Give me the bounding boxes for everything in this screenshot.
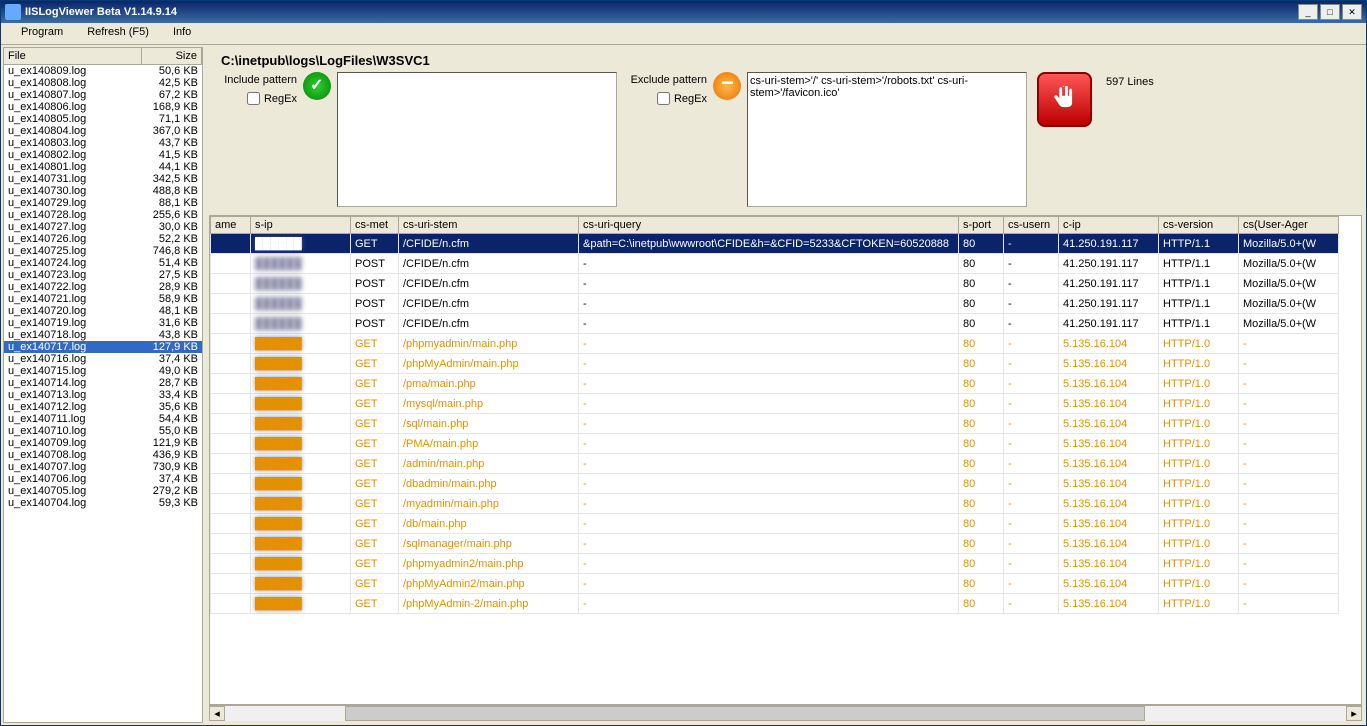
file-row[interactable]: u_ex140722.log28,9 KB [4, 281, 202, 293]
menu-refresh[interactable]: Refresh (F5) [75, 23, 161, 44]
log-row[interactable]: ██████POST/CFIDE/n.cfm-80-41.250.191.117… [211, 294, 1339, 314]
exclude-label: Exclude pattern [631, 74, 707, 86]
close-button[interactable]: ✕ [1342, 4, 1362, 20]
file-row[interactable]: u_ex140803.log43,7 KB [4, 137, 202, 149]
horizontal-scrollbar[interactable]: ◂ ▸ [209, 705, 1362, 721]
log-row[interactable]: ██████GET/dbadmin/main.php-80-5.135.16.1… [211, 474, 1339, 494]
file-row[interactable]: u_ex140706.log37,4 KB [4, 473, 202, 485]
log-row[interactable]: ██████POST/CFIDE/n.cfm-80-41.250.191.117… [211, 274, 1339, 294]
file-row[interactable]: u_ex140718.log43,8 KB [4, 329, 202, 341]
include-regex-checkbox[interactable]: RegEx [247, 92, 297, 105]
log-row[interactable]: ██████GET/myadmin/main.php-80-5.135.16.1… [211, 494, 1339, 514]
col-header[interactable]: s-ip [251, 217, 351, 234]
log-row[interactable]: ██████GET/PMA/main.php-80-5.135.16.104HT… [211, 434, 1339, 454]
file-row[interactable]: u_ex140721.log58,9 KB [4, 293, 202, 305]
log-row[interactable]: ██████GET/phpmyadmin2/main.php-80-5.135.… [211, 554, 1339, 574]
file-col-header-size[interactable]: Size [142, 48, 202, 64]
col-header[interactable]: ame [211, 217, 251, 234]
col-header[interactable]: c-ip [1059, 217, 1159, 234]
file-row[interactable]: u_ex140728.log255,6 KB [4, 209, 202, 221]
file-row[interactable]: u_ex140715.log49,0 KB [4, 365, 202, 377]
file-list-pane: File Size u_ex140809.log50,6 KBu_ex14080… [3, 47, 203, 723]
file-row[interactable]: u_ex140724.log51,4 KB [4, 257, 202, 269]
file-row[interactable]: u_ex140805.log71,1 KB [4, 113, 202, 125]
include-pattern-textarea[interactable] [337, 72, 617, 207]
scroll-thumb[interactable] [345, 706, 1145, 721]
log-row[interactable]: ██████POST/CFIDE/n.cfm-80-41.250.191.117… [211, 254, 1339, 274]
file-row[interactable]: u_ex140729.log88,1 KB [4, 197, 202, 209]
log-row[interactable]: ██████GET/sqlmanager/main.php-80-5.135.1… [211, 534, 1339, 554]
file-row[interactable]: u_ex140708.log436,9 KB [4, 449, 202, 461]
include-ok-icon [303, 72, 331, 100]
file-row[interactable]: u_ex140731.log342,5 KB [4, 173, 202, 185]
title-bar: IISLogViewer Beta V1.14.9.14 _ □ ✕ [1, 1, 1366, 23]
minimize-button[interactable]: _ [1298, 4, 1318, 20]
col-header[interactable]: cs-uri-stem [399, 217, 579, 234]
window-title: IISLogViewer Beta V1.14.9.14 [25, 6, 1298, 18]
file-row[interactable]: u_ex140719.log31,6 KB [4, 317, 202, 329]
file-row[interactable]: u_ex140723.log27,5 KB [4, 269, 202, 281]
col-header[interactable]: cs-usern [1004, 217, 1059, 234]
file-row[interactable]: u_ex140710.log55,0 KB [4, 425, 202, 437]
file-row[interactable]: u_ex140720.log48,1 KB [4, 305, 202, 317]
include-label: Include pattern [224, 74, 297, 86]
col-header[interactable]: cs-met [351, 217, 399, 234]
app-icon [5, 4, 21, 20]
menu-program[interactable]: Program [9, 23, 75, 44]
file-row[interactable]: u_ex140714.log28,7 KB [4, 377, 202, 389]
file-list[interactable]: u_ex140809.log50,6 KBu_ex140808.log42,5 … [4, 65, 202, 722]
log-row[interactable]: ██████GET/mysql/main.php-80-5.135.16.104… [211, 394, 1339, 414]
log-row[interactable]: ██████GET/phpMyAdmin-2/main.php-80-5.135… [211, 594, 1339, 614]
exclude-pattern-textarea[interactable]: cs-uri-stem>'/' cs-uri-stem>'/robots.txt… [747, 72, 1027, 207]
file-row[interactable]: u_ex140809.log50,6 KB [4, 65, 202, 77]
file-row[interactable]: u_ex140713.log33,4 KB [4, 389, 202, 401]
file-row[interactable]: u_ex140707.log730,9 KB [4, 461, 202, 473]
file-row[interactable]: u_ex140726.log52,2 KB [4, 233, 202, 245]
file-row[interactable]: u_ex140801.log44,1 KB [4, 161, 202, 173]
log-row[interactable]: ██████GET/phpmyadmin/main.php-80-5.135.1… [211, 334, 1339, 354]
log-row[interactable]: ██████GET/phpMyAdmin2/main.php-80-5.135.… [211, 574, 1339, 594]
exclude-regex-checkbox[interactable]: RegEx [657, 92, 707, 105]
menu-bar: Program Refresh (F5) Info [1, 23, 1366, 45]
exclude-minus-icon [713, 72, 741, 100]
file-row[interactable]: u_ex140711.log54,4 KB [4, 413, 202, 425]
log-row[interactable]: ██████GET/db/main.php-80-5.135.16.104HTT… [211, 514, 1339, 534]
log-grid[interactable]: ames-ipcs-metcs-uri-stemcs-uri-querys-po… [209, 215, 1362, 705]
log-row[interactable]: ██████GET/CFIDE/n.cfm&path=C:\inetpub\ww… [211, 234, 1339, 254]
file-row[interactable]: u_ex140802.log41,5 KB [4, 149, 202, 161]
file-row[interactable]: u_ex140730.log488,8 KB [4, 185, 202, 197]
file-row[interactable]: u_ex140717.log127,9 KB [4, 341, 202, 353]
scroll-right-arrow[interactable]: ▸ [1346, 706, 1362, 721]
file-row[interactable]: u_ex140704.log59,3 KB [4, 497, 202, 509]
file-row[interactable]: u_ex140804.log367,0 KB [4, 125, 202, 137]
log-row[interactable]: ██████GET/pma/main.php-80-5.135.16.104HT… [211, 374, 1339, 394]
file-row[interactable]: u_ex140727.log30,0 KB [4, 221, 202, 233]
maximize-button[interactable]: □ [1320, 4, 1340, 20]
file-row[interactable]: u_ex140808.log42,5 KB [4, 77, 202, 89]
col-header[interactable]: s-port [959, 217, 1004, 234]
line-count: 597 Lines [1102, 72, 1158, 92]
col-header[interactable]: cs-version [1159, 217, 1239, 234]
file-row[interactable]: u_ex140806.log168,9 KB [4, 101, 202, 113]
file-col-header-file[interactable]: File [4, 48, 142, 64]
stop-button[interactable] [1037, 72, 1092, 127]
file-row[interactable]: u_ex140716.log37,4 KB [4, 353, 202, 365]
col-header[interactable]: cs-uri-query [579, 217, 959, 234]
log-row[interactable]: ██████POST/CFIDE/n.cfm-80-41.250.191.117… [211, 314, 1339, 334]
file-row[interactable]: u_ex140705.log279,2 KB [4, 485, 202, 497]
file-row[interactable]: u_ex140712.log35,6 KB [4, 401, 202, 413]
log-row[interactable]: ██████GET/admin/main.php-80-5.135.16.104… [211, 454, 1339, 474]
menu-info[interactable]: Info [161, 23, 203, 44]
file-row[interactable]: u_ex140709.log121,9 KB [4, 437, 202, 449]
log-path: C:\inetpub\logs\LogFiles\W3SVC1 [209, 49, 1362, 72]
scroll-left-arrow[interactable]: ◂ [209, 706, 225, 721]
file-row[interactable]: u_ex140725.log746,8 KB [4, 245, 202, 257]
log-row[interactable]: ██████GET/sql/main.php-80-5.135.16.104HT… [211, 414, 1339, 434]
log-row[interactable]: ██████GET/phpMyAdmin/main.php-80-5.135.1… [211, 354, 1339, 374]
file-row[interactable]: u_ex140807.log67,2 KB [4, 89, 202, 101]
col-header[interactable]: cs(User-Ager [1239, 217, 1339, 234]
hand-icon [1048, 83, 1082, 117]
